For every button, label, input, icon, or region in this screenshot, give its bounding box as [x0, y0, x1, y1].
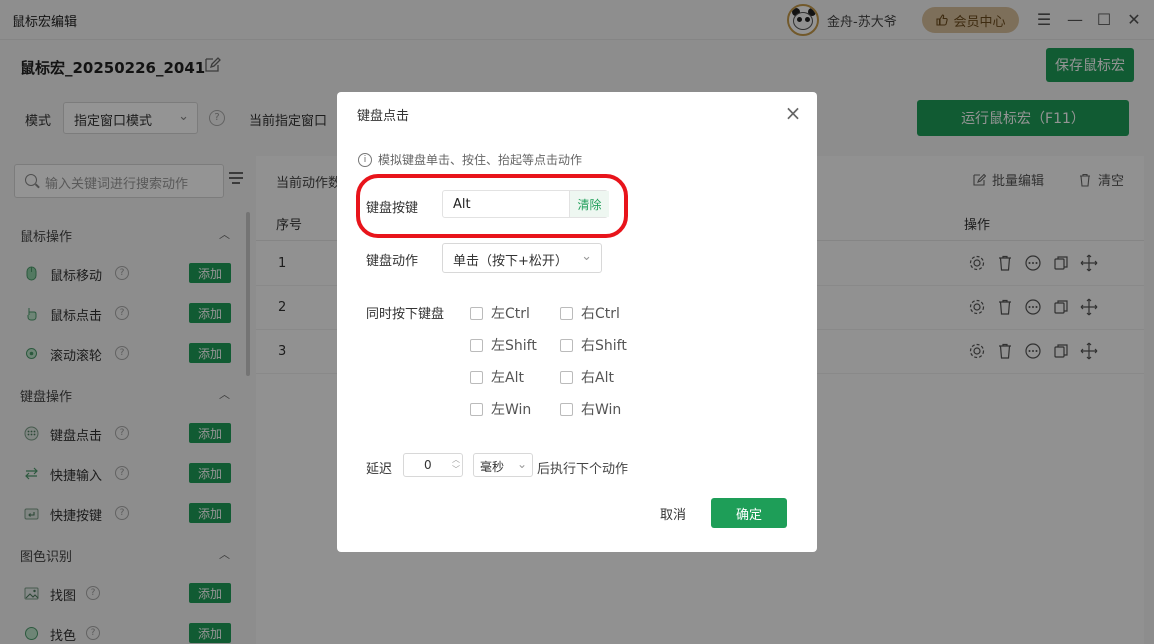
- checkbox[interactable]: [560, 402, 573, 416]
- after-text: 后执行下个动作: [537, 462, 629, 477]
- checkbox[interactable]: [470, 402, 483, 416]
- key-input-value: Alt: [453, 197, 471, 212]
- delay-unit-select[interactable]: 毫秒 ⌄: [473, 453, 533, 477]
- chevron-down-icon: ⌄: [581, 249, 592, 264]
- checkbox-left-win[interactable]: 左Win: [470, 399, 531, 419]
- dialog-info-text: 模拟键盘单击、按住、抬起等点击动作: [378, 153, 583, 167]
- checkbox[interactable]: [470, 306, 483, 320]
- delay-input[interactable]: 0 ︿ ﹀: [403, 453, 463, 477]
- checkbox-right-shift[interactable]: 右Shift: [560, 335, 627, 355]
- checkbox-label: 左Ctrl: [491, 306, 530, 322]
- checkbox-label: 左Alt: [491, 370, 524, 386]
- checkbox-label: 右Shift: [581, 338, 627, 354]
- checkbox[interactable]: [560, 370, 573, 384]
- key-label: 键盘按键: [366, 201, 419, 216]
- checkbox-left-alt[interactable]: 左Alt: [470, 367, 524, 387]
- cancel-button[interactable]: 取消: [651, 498, 695, 528]
- delay-label: 延迟: [366, 462, 393, 477]
- info-icon: i: [358, 152, 372, 167]
- dialog-info: i 模拟键盘单击、按住、抬起等点击动作: [358, 151, 582, 168]
- checkbox[interactable]: [470, 338, 483, 352]
- keyboard-click-dialog: 键盘点击 × i 模拟键盘单击、按住、抬起等点击动作 键盘按键 Alt 清除 键…: [337, 92, 817, 552]
- checkbox-right-ctrl[interactable]: 右Ctrl: [560, 303, 620, 323]
- checkbox-label: 左Win: [491, 402, 532, 418]
- checkbox-left-shift[interactable]: 左Shift: [470, 335, 537, 355]
- delay-value: 0: [424, 458, 432, 472]
- chevron-down-icon: ⌄: [516, 457, 527, 471]
- action-select-value: 单击（按下+松开）: [453, 254, 568, 269]
- checkbox-left-ctrl[interactable]: 左Ctrl: [470, 303, 530, 323]
- checkbox-label: 左Shift: [491, 338, 537, 354]
- checkbox-label: 右Win: [581, 402, 622, 418]
- dialog-title: 键盘点击: [357, 109, 410, 124]
- checkbox-label: 右Alt: [581, 370, 614, 386]
- spinner-icon[interactable]: ︿ ﹀: [452, 455, 460, 475]
- close-icon[interactable]: ×: [784, 103, 802, 123]
- action-select[interactable]: 单击（按下+松开） ⌄: [442, 243, 602, 273]
- action-label: 键盘动作: [366, 254, 419, 269]
- checkbox[interactable]: [560, 306, 573, 320]
- checkbox-right-win[interactable]: 右Win: [560, 399, 621, 419]
- checkbox[interactable]: [560, 338, 573, 352]
- checkbox-label: 右Ctrl: [581, 306, 620, 322]
- clear-key-button[interactable]: 清除: [569, 191, 609, 217]
- checkbox-right-alt[interactable]: 右Alt: [560, 367, 614, 387]
- ok-button[interactable]: 确定: [711, 498, 787, 528]
- key-input[interactable]: Alt 清除: [442, 190, 609, 218]
- checkbox[interactable]: [470, 370, 483, 384]
- modifiers-label: 同时按下键盘: [366, 307, 445, 322]
- delay-unit-value: 毫秒: [480, 460, 505, 474]
